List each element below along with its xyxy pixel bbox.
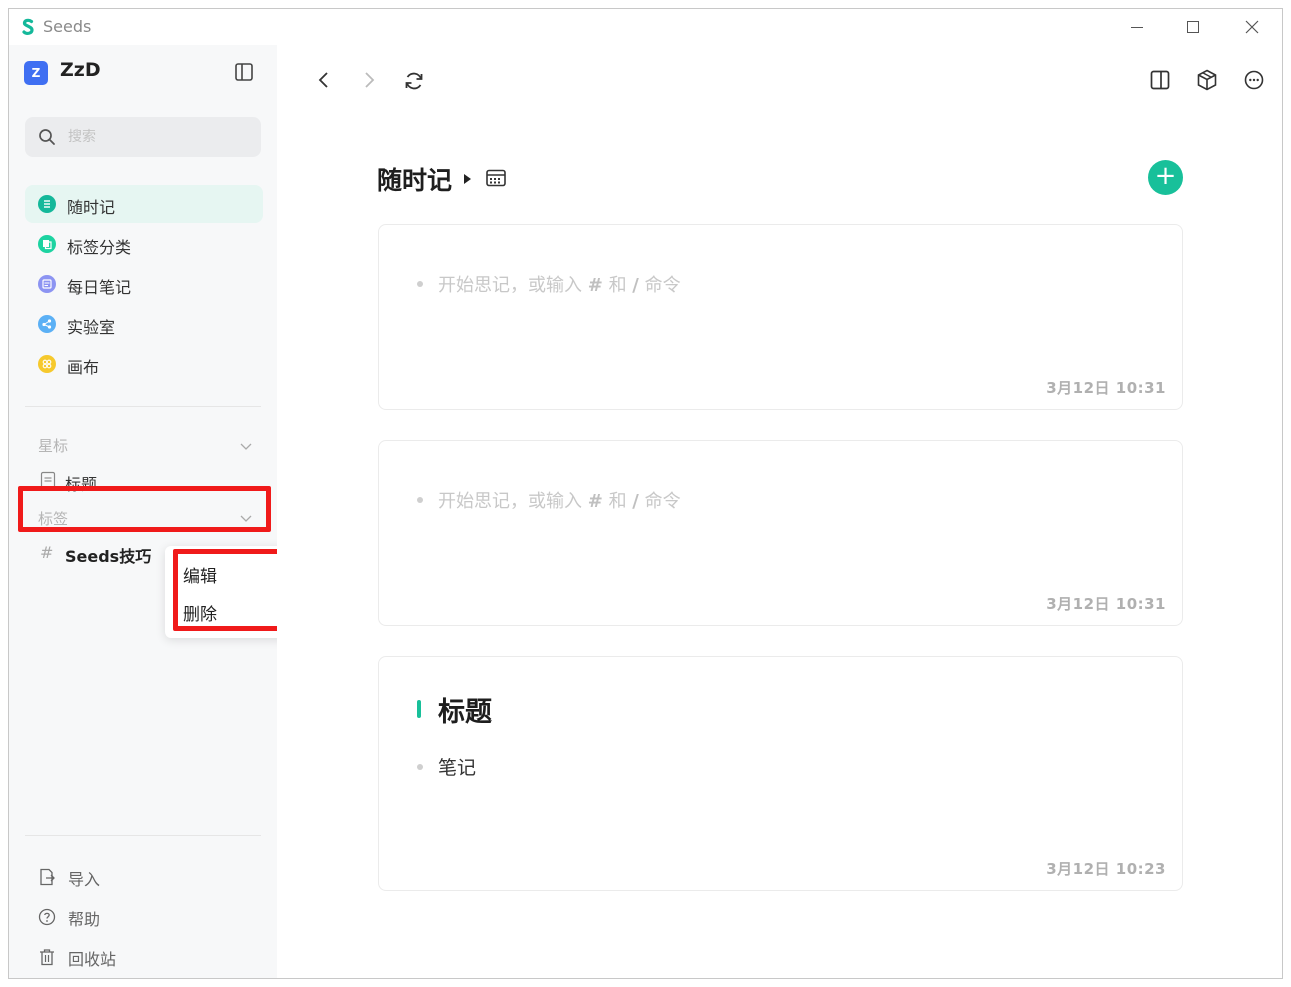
search-icon xyxy=(39,129,55,145)
cube-icon xyxy=(1197,69,1217,91)
calendar-icon[interactable] xyxy=(485,167,507,189)
trash-icon xyxy=(40,949,54,966)
close-icon xyxy=(1245,20,1259,34)
title-bar: Seeds xyxy=(9,9,1282,45)
note-timestamp: 3月12日 10:31 xyxy=(1046,595,1166,613)
cube-button[interactable] xyxy=(1194,67,1220,93)
app-title: Seeds xyxy=(43,17,92,36)
nav-item-label: 画布 xyxy=(67,358,100,377)
sidebar-divider xyxy=(25,406,261,407)
search-input[interactable] xyxy=(68,126,248,148)
heading-marker xyxy=(417,700,421,718)
minimize-button[interactable] xyxy=(1125,15,1149,39)
nav-item-label: 随时记 xyxy=(67,198,116,217)
nav-item-canvas[interactable]: 画布 xyxy=(25,345,263,383)
copy-circle-icon xyxy=(38,235,56,253)
nav-item-label: 实验室 xyxy=(67,318,116,337)
import-button[interactable]: 导入 xyxy=(37,865,237,891)
nav-item-suishiji[interactable]: 随时记 xyxy=(25,185,263,223)
import-icon xyxy=(40,868,55,886)
note-timestamp: 3月12日 10:31 xyxy=(1046,379,1166,397)
note-card[interactable]: 标题 笔记 3月12日 10:23 xyxy=(378,656,1183,891)
page-title: 随时记 xyxy=(377,166,453,195)
workspace-avatar[interactable]: Z xyxy=(24,61,48,85)
note-heading[interactable]: 标题 xyxy=(438,690,492,729)
workspace-name[interactable]: ZzD xyxy=(60,59,101,81)
split-panel-icon xyxy=(1150,70,1170,90)
maximize-icon xyxy=(1187,21,1199,33)
forward-button[interactable] xyxy=(356,67,382,93)
chevron-down-icon[interactable] xyxy=(239,439,253,453)
refresh-button[interactable] xyxy=(401,68,427,94)
back-button[interactable] xyxy=(311,67,337,93)
list-circle-icon xyxy=(38,195,56,213)
main-content: 随时记 + 开始思记，或输入 # 和 / 命令 3月12日 10:31 开始思记… xyxy=(277,45,1282,978)
bottom-nav-label: 导入 xyxy=(68,870,101,889)
maximize-button[interactable] xyxy=(1181,15,1205,39)
app-window: Seeds Z ZzD 随时记 xyxy=(8,8,1283,979)
note-text[interactable]: 笔记 xyxy=(438,753,476,780)
seeds-logo-icon xyxy=(22,18,34,35)
note-timestamp: 3月12日 10:23 xyxy=(1046,860,1166,878)
hashtag-icon: # xyxy=(40,543,54,562)
more-icon xyxy=(1244,70,1264,90)
bottom-nav-label: 回收站 xyxy=(68,950,117,969)
nav-item-label: 每日笔记 xyxy=(67,278,132,297)
plus-icon: + xyxy=(1154,161,1177,191)
minimize-icon xyxy=(1131,27,1143,28)
caret-right-icon[interactable] xyxy=(463,173,473,185)
nav-item-label: 标签分类 xyxy=(67,238,132,257)
help-icon xyxy=(38,908,56,926)
sidebar-divider xyxy=(25,835,261,836)
note-card[interactable]: 开始思记，或输入 # 和 / 命令 3月12日 10:31 xyxy=(378,224,1183,410)
bullet-dot xyxy=(417,764,423,770)
sidebar-toggle-icon[interactable] xyxy=(233,61,255,83)
close-window-button[interactable] xyxy=(1240,15,1264,39)
more-options-button[interactable] xyxy=(1241,67,1267,93)
grid-circle-icon xyxy=(38,355,56,373)
note-placeholder[interactable]: 开始思记，或输入 # 和 / 命令 xyxy=(438,271,681,297)
bottom-nav-label: 帮助 xyxy=(68,910,101,929)
tag-item-label[interactable]: Seeds技巧 xyxy=(65,543,151,567)
trash-button[interactable]: 回收站 xyxy=(37,945,237,971)
nav-item-tag-category[interactable]: 标签分类 xyxy=(25,225,263,263)
note-circle-icon xyxy=(38,275,56,293)
add-note-button[interactable]: + xyxy=(1148,160,1183,195)
nav-item-daily-notes[interactable]: 每日笔记 xyxy=(25,265,263,303)
starred-section-title[interactable]: 星标 xyxy=(38,435,68,456)
refresh-icon xyxy=(405,72,423,90)
nav-item-lab[interactable]: 实验室 xyxy=(25,305,263,343)
search-box[interactable] xyxy=(25,117,261,157)
highlight-box-tags xyxy=(18,486,271,532)
help-button[interactable]: 帮助 xyxy=(37,905,237,931)
bullet-dot xyxy=(417,281,423,287)
share-circle-icon xyxy=(38,315,56,333)
chevron-left-icon xyxy=(318,72,328,88)
split-view-button[interactable] xyxy=(1147,67,1173,93)
chevron-right-icon xyxy=(365,72,375,88)
bullet-dot xyxy=(417,497,423,503)
note-card[interactable]: 开始思记，或输入 # 和 / 命令 3月12日 10:31 xyxy=(378,440,1183,626)
note-placeholder[interactable]: 开始思记，或输入 # 和 / 命令 xyxy=(438,487,681,513)
